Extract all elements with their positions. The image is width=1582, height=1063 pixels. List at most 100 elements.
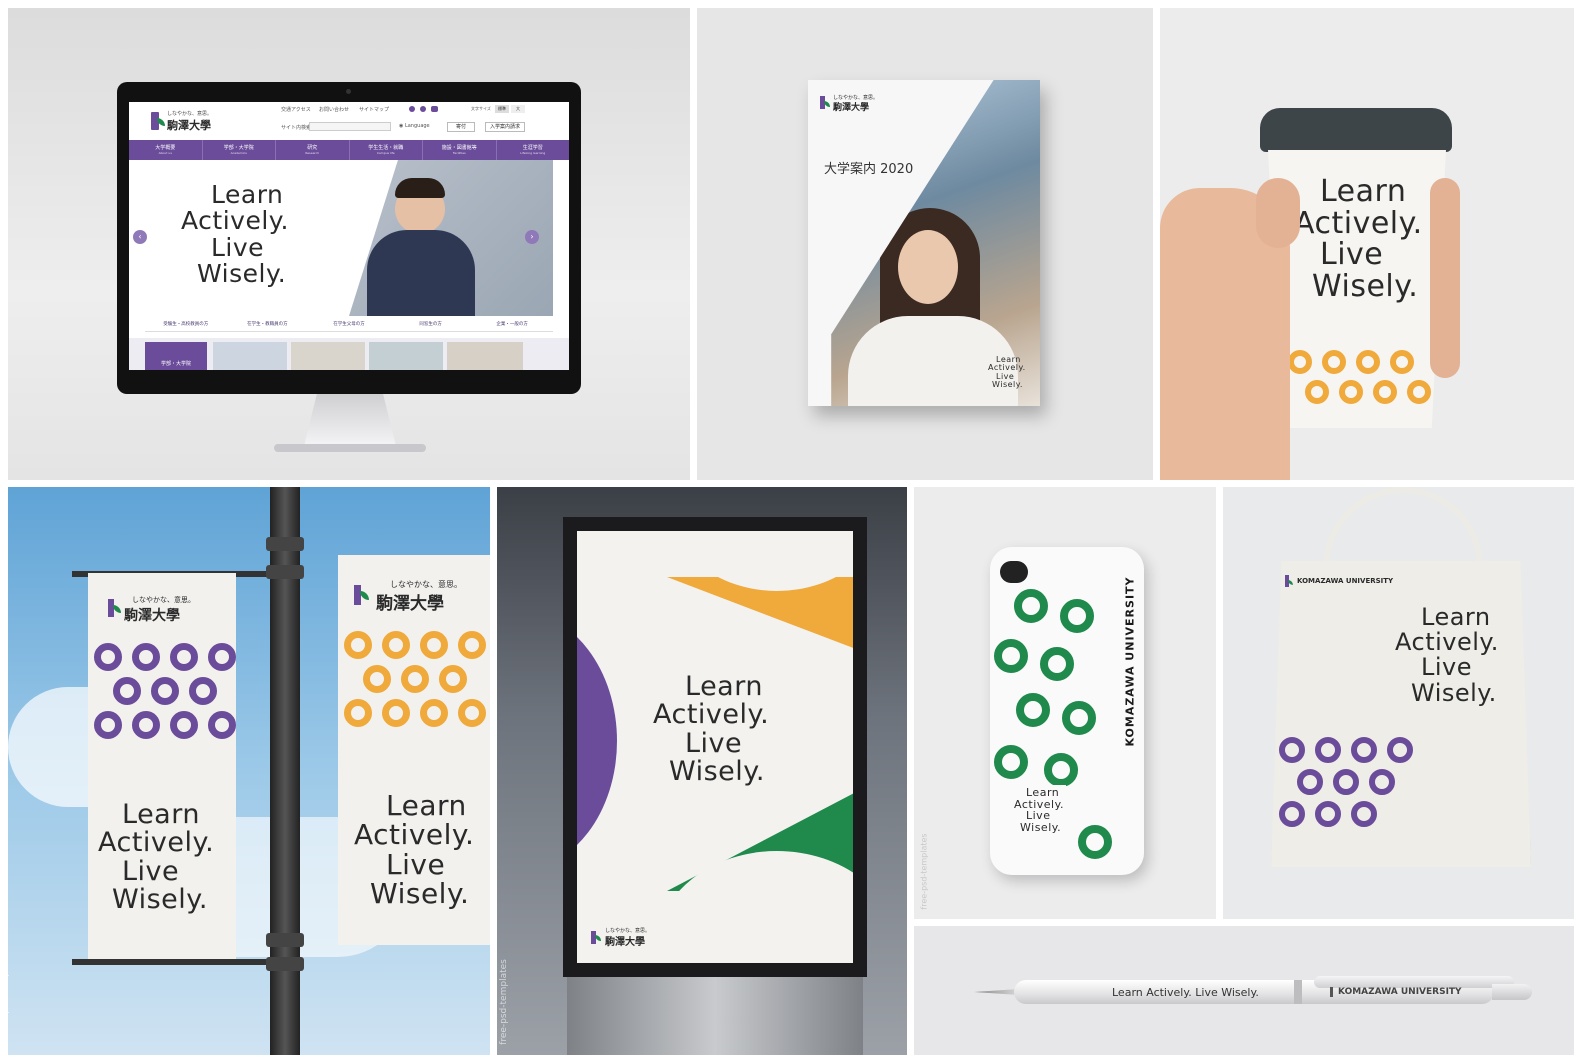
pattern-circle	[994, 745, 1028, 779]
youtube-icon[interactable]	[431, 106, 438, 112]
quick-link-companies[interactable]: 企業・一般の方	[471, 318, 553, 331]
language-button[interactable]: ◉ Language	[399, 123, 430, 129]
hero-slider: Learn Actively. Live Wisely.	[145, 160, 553, 316]
pattern-circle	[1373, 380, 1397, 404]
quick-link-parents[interactable]: 在学生父母の方	[308, 318, 390, 331]
site-header: しなやかな、意思。 駒澤大學 交通アクセス お問い合わせ サイトマップ 文字サイ…	[129, 102, 569, 140]
admission-request-button[interactable]: 入学案内請求	[485, 122, 525, 132]
pattern-circle	[1351, 801, 1377, 827]
pattern-circle	[382, 699, 410, 727]
pattern-circle	[1044, 753, 1078, 787]
slogan-line-3: Live	[1320, 237, 1384, 272]
section-thumb[interactable]	[213, 342, 287, 370]
quick-link-applicants[interactable]: 受験生・高校教員の方	[145, 318, 227, 331]
pattern-circle	[208, 643, 236, 671]
woman-face	[898, 230, 958, 304]
brochure-logo: しなやかな、意思。 駒澤大學	[820, 94, 900, 114]
site-tagline: しなやかな、意思。	[167, 111, 213, 117]
twitter-icon[interactable]	[420, 106, 426, 112]
hero-slogan: Learn Actively. Live Wisely.	[181, 181, 289, 287]
section-thumb[interactable]	[291, 342, 365, 370]
section-thumb[interactable]	[369, 342, 443, 370]
donation-button[interactable]: 寄付	[447, 122, 475, 132]
pattern-circle	[1322, 350, 1346, 374]
brochure-slogan: Learn Actively. Live Wisely.	[988, 355, 1026, 390]
nav-item-research[interactable]: 研究 Research	[276, 140, 350, 160]
slogan-line-1: Learn	[386, 789, 467, 822]
pattern-circle	[401, 665, 429, 693]
pen-slogan: Learn Actively. Live Wisely.	[1112, 986, 1259, 999]
slogan-line-1: Learn	[122, 799, 200, 830]
pattern-circle	[189, 677, 217, 705]
nav-label: 生涯学習	[522, 145, 543, 151]
banner-logo: しなやかな、意思。 駒澤大學	[354, 579, 490, 614]
slogan-line-4: Wisely.	[992, 380, 1023, 390]
pattern-circle	[1369, 769, 1395, 795]
nav-item-about[interactable]: 大学概要 About us	[129, 140, 203, 160]
global-nav: 大学概要 About us 学部・大学院 Academics 研究 Research …	[129, 140, 569, 160]
pattern-circle	[1297, 769, 1323, 795]
site-logo-text: 駒澤大學	[167, 119, 211, 132]
k-logo-leaf-icon	[113, 605, 121, 613]
site-logo[interactable]: しなやかな、意思。 駒澤大學	[151, 110, 221, 132]
pattern-circle	[382, 631, 410, 659]
pen-panel: Learn Actively. Live Wisely. KOMAZAWA UN…	[914, 926, 1574, 1055]
slider-prev-button[interactable]: ‹	[133, 230, 147, 244]
nav-label: 学部・大学院	[223, 145, 254, 151]
slogan-line-4: Wisely.	[112, 884, 208, 916]
quick-link-students[interactable]: 在学生・教職員の方	[227, 318, 309, 331]
poster-slogan: Learn Actively. Live Wisely.	[653, 671, 769, 786]
slogan-line-3: Live	[1421, 653, 1473, 682]
tote-bag: KOMAZAWA UNIVERSITY Learn Actively. Live…	[1271, 561, 1531, 867]
pole-clamp	[266, 933, 304, 947]
pattern-circle	[1333, 769, 1359, 795]
nav-item-academics[interactable]: 学部・大学院 Academics	[203, 140, 276, 160]
pattern-circle	[170, 643, 198, 671]
fingers	[1430, 178, 1460, 378]
bag-university-name: KOMAZAWA UNIVERSITY	[1297, 577, 1394, 585]
brochure-title: 大学案内 2020	[824, 162, 914, 177]
section-thumb[interactable]	[447, 342, 523, 370]
nav-sublabel: Lifelong learning	[520, 151, 546, 155]
pattern-circle	[1356, 350, 1380, 374]
slider-next-button[interactable]: ›	[525, 230, 539, 244]
slogan-line-1: Learn	[685, 671, 763, 702]
site-search-input[interactable]	[309, 122, 391, 131]
monitor: しなやかな、意思。 駒澤大學 交通アクセス お問い合わせ サイトマップ 文字サイ…	[117, 82, 581, 394]
slogan-line-2: Actively.	[1294, 205, 1423, 241]
slogan-line-4: Wisely.	[1020, 820, 1062, 834]
phone-camera-icon	[1000, 561, 1028, 583]
quick-links-bar: 受験生・高校教員の方 在学生・教職員の方 在学生父母の方 同窓生の方 企業・一般…	[145, 318, 553, 332]
desktop-mockup-panel: しなやかな、意思。 駒澤大學 交通アクセス お問い合わせ サイトマップ 文字サイ…	[8, 8, 690, 480]
font-size-standard-button[interactable]: 標準	[495, 105, 509, 113]
nav-item-lifelong[interactable]: 生涯学習 Lifelong learning	[497, 140, 570, 160]
nav-item-campus-life[interactable]: 学生生活・就職 Campus life	[350, 140, 423, 160]
top-link-sitemap[interactable]: サイトマップ	[359, 106, 389, 113]
pattern-circle	[94, 711, 122, 739]
pen-plunger	[1492, 984, 1532, 1000]
pen-band	[1294, 980, 1302, 1004]
nav-label: 学生生活・就職	[368, 145, 404, 151]
pattern-circle	[170, 711, 198, 739]
banner-pattern-orange	[344, 631, 490, 751]
font-size-large-button[interactable]: 大	[511, 105, 525, 113]
watermark: free-psd-templates	[919, 833, 929, 910]
slogan-line-1: Learn	[1421, 603, 1491, 631]
top-link-contact[interactable]: お問い合わせ	[319, 106, 349, 113]
pattern-circle	[458, 631, 486, 659]
pattern-circle	[1288, 350, 1312, 374]
slogan-line-3: Live	[685, 727, 743, 759]
nav-item-facilities[interactable]: 施設・図書館等 Facilities	[423, 140, 497, 160]
pattern-circle	[132, 643, 160, 671]
section-label[interactable]: 学部・大学院	[145, 342, 207, 370]
banner-logo-text: 駒澤大學	[376, 594, 444, 614]
coffee-cup-panel: Learn Actively. Live Wisely.	[1160, 8, 1574, 480]
poster: Learn Actively. Live Wisely. しなやかな、意思。 駒…	[577, 531, 853, 963]
watermark: free-psd-templates	[498, 959, 509, 1045]
instagram-icon[interactable]	[409, 106, 415, 112]
pattern-circle	[458, 699, 486, 727]
brochure-panel: しなやかな、意思。 駒澤大學 大学案内 2020 Learn Actively.…	[697, 8, 1153, 480]
pattern-circle	[1014, 589, 1048, 623]
quick-link-alumni[interactable]: 同窓生の方	[390, 318, 472, 331]
top-link-access[interactable]: 交通アクセス	[281, 106, 311, 113]
